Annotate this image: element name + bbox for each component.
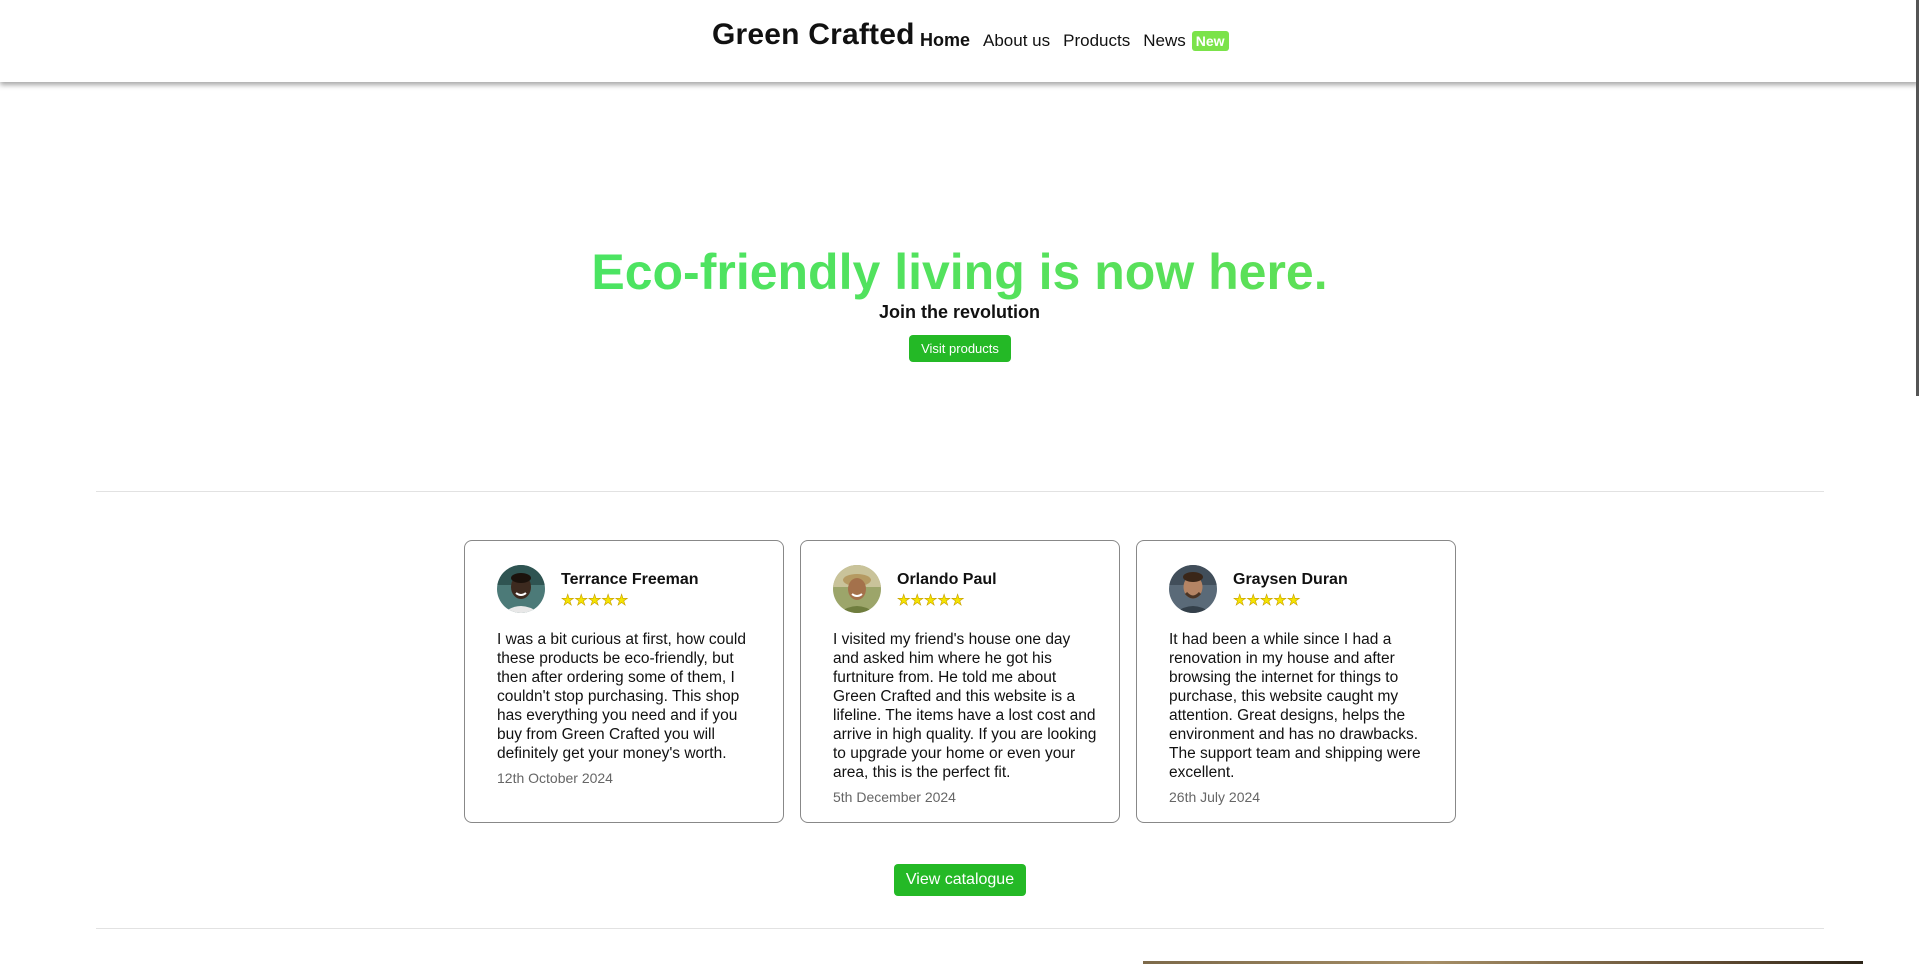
reviewer-name: Terrance Freeman	[561, 571, 699, 588]
review-text: I was a bit curious at first, how could …	[497, 631, 746, 762]
rating-stars: ★ ★ ★ ★ ★	[561, 592, 629, 609]
reviews-section: Terrance Freeman ★ ★ ★ ★ ★ I was a bit curio…	[464, 540, 1456, 823]
star-icon: ★	[587, 592, 602, 609]
star-icon: ★	[1273, 592, 1287, 609]
star-icon: ★	[1286, 592, 1301, 609]
nav-news-link[interactable]: News	[1143, 31, 1186, 51]
star-icon: ★	[1233, 592, 1247, 609]
section-divider	[96, 491, 1824, 492]
review-date: 5th December 2024	[833, 789, 956, 805]
new-badge: New	[1191, 30, 1229, 51]
star-icon: ★	[1259, 592, 1274, 609]
review-text: It had been a while since I had a renova…	[1169, 631, 1421, 781]
review-card: Graysen Duran ★ ★ ★ ★ ★ It had been a while …	[1136, 540, 1456, 823]
nav-products-link[interactable]: Products	[1063, 31, 1130, 51]
star-icon: ★	[1246, 592, 1260, 609]
star-icon: ★	[614, 592, 629, 609]
star-icon: ★	[910, 592, 924, 609]
main-nav: Home About us Products News New	[920, 30, 1229, 51]
visit-products-button[interactable]: Visit products	[909, 335, 1011, 362]
brand-logo[interactable]: Green Crafted	[712, 18, 915, 52]
review-date: 26th July 2024	[1169, 789, 1261, 805]
reviewer-avatar	[833, 565, 881, 613]
star-icon: ★	[574, 592, 588, 609]
review-text: I visited my friend's house one day and …	[833, 631, 1097, 781]
star-icon: ★	[601, 592, 615, 609]
section-divider	[96, 928, 1824, 929]
star-icon: ★	[923, 592, 938, 609]
view-catalogue-button[interactable]: View catalogue	[894, 864, 1026, 896]
nav-home-link[interactable]: Home	[920, 30, 970, 51]
reviewer-avatar	[497, 565, 545, 613]
hero-title: Eco-friendly living is now here.	[0, 242, 1919, 302]
star-icon: ★	[897, 592, 911, 609]
reviewer-avatar	[1169, 565, 1217, 613]
star-icon: ★	[950, 592, 965, 609]
review-date: 12th October 2024	[497, 770, 613, 786]
review-card: Terrance Freeman ★ ★ ★ ★ ★ I was a bit curio…	[464, 540, 784, 823]
review-card: Orlando Paul ★ ★ ★ ★ ★ I visited my friend's…	[800, 540, 1120, 823]
hero-subtitle: Join the revolution	[878, 302, 1040, 322]
star-icon: ★	[937, 592, 951, 609]
rating-stars: ★ ★ ★ ★ ★	[897, 592, 965, 609]
reviewer-name: Graysen Duran	[1233, 571, 1348, 588]
site-header: Green Crafted Home About us Products New…	[0, 0, 1919, 82]
reviewer-name: Orlando Paul	[897, 571, 997, 588]
rating-stars: ★ ★ ★ ★ ★	[1233, 592, 1301, 609]
star-icon: ★	[561, 592, 575, 609]
nav-news-item: News New	[1143, 30, 1229, 51]
nav-about-link[interactable]: About us	[983, 31, 1050, 51]
